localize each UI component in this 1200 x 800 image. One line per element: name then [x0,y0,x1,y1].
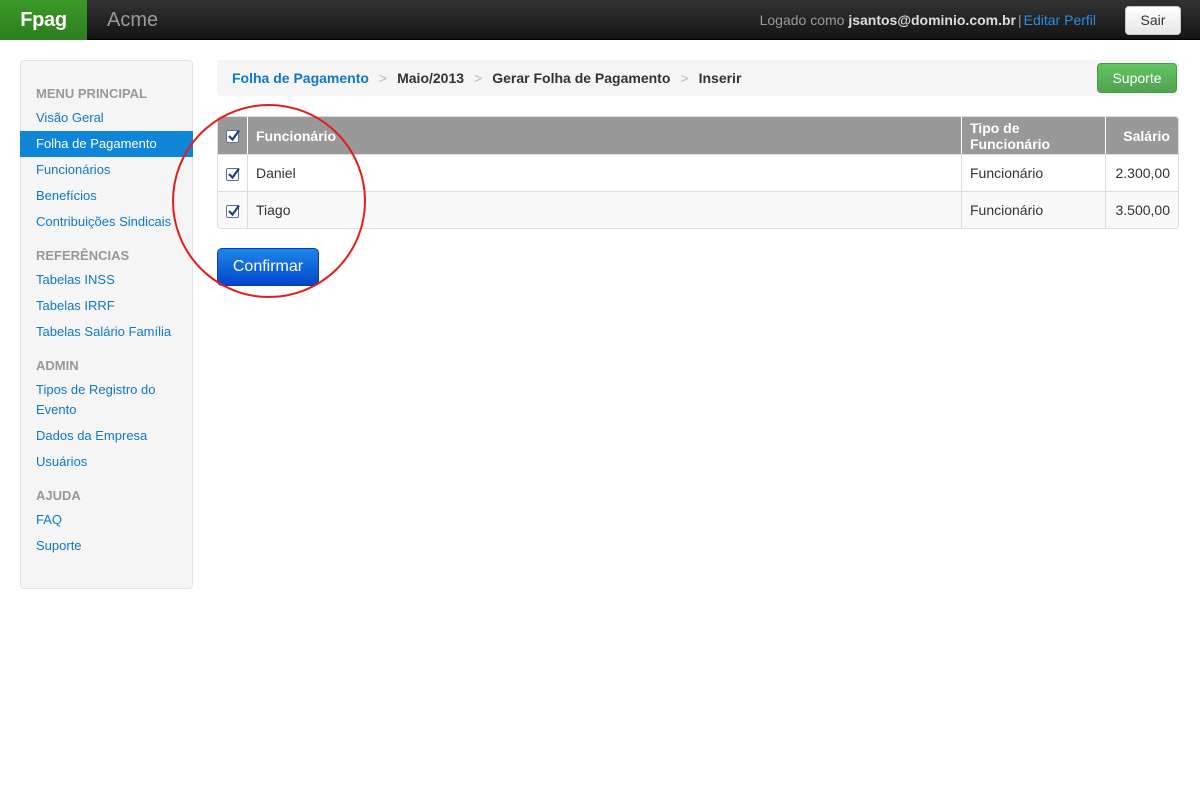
row-select-cell [218,154,247,191]
sidebar-item-suporte[interactable]: Suporte [21,533,192,559]
sidebar-item-tabelas-irrf[interactable]: Tabelas IRRF [21,293,192,319]
logged-as-label: Logado como [759,12,845,28]
sidebar-item-tipos-de-registro-line1: Tipos de Registro do [36,382,156,397]
breadcrumb-inserir: Inserir [698,70,742,86]
logout-button[interactable]: Sair [1125,6,1181,35]
cell-tipo: Funcionário [961,191,1105,228]
check-icon [228,167,240,179]
sidebar-item-funcionarios[interactable]: Funcionários [21,157,192,183]
sidebar-item-tipos-de-registro-line2: Evento [36,402,77,417]
sidebar-header-ajuda: AJUDA [36,488,81,503]
sidebar-item-usuarios[interactable]: Usuários [21,449,192,475]
col-header-tipo[interactable]: Tipo de Funcionário [961,117,1105,154]
sidebar-item-faq[interactable]: FAQ [21,507,192,533]
brand-logo[interactable]: Fpag [0,0,87,40]
sidebar-item-folha-de-pagamento[interactable]: Folha de Pagamento [20,131,193,157]
table-row: Tiago Funcionário 3.500,00 [218,191,1178,228]
breadcrumb-divider: > [680,70,689,86]
sidebar-item-tipos-de-registro[interactable]: Tipos de Registro do Evento [21,377,192,423]
col-header-salario[interactable]: Salário [1105,117,1178,154]
breadcrumb: Folha de Pagamento > Maio/2013 > Gerar Folha… [217,60,1179,96]
sidebar-item-tabelas-inss[interactable]: Tabelas INSS [21,267,192,293]
cell-tipo: Funcionário [961,154,1105,191]
user-separator: | [1018,12,1022,28]
user-email: jsantos@dominio.com.br [848,12,1016,28]
col-header-funcionario[interactable]: Funcionário [247,117,961,154]
user-info: Logado como jsantos@dominio.com.br | Edita… [760,0,1096,40]
sidebar-header-referencias: REFERÊNCIAS [36,248,130,263]
row-select-cell [218,191,247,228]
sidebar-item-beneficios[interactable]: Benefícios [21,183,192,209]
cell-salario: 3.500,00 [1105,191,1178,228]
breadcrumb-folha-de-pagamento[interactable]: Folha de Pagamento [232,70,369,86]
table-row: Daniel Funcionário 2.300,00 [218,154,1178,191]
cell-funcionario: Tiago [247,191,961,228]
breadcrumb-divider: > [474,70,483,86]
top-navbar: Fpag Acme Logado como jsantos@dominio.co… [0,0,1200,40]
check-icon [228,130,240,142]
sidebar-header-admin: ADMIN [36,358,79,373]
cell-funcionario: Daniel [247,154,961,191]
sidebar-item-dados-da-empresa[interactable]: Dados da Empresa [21,423,192,449]
sidebar-item-tabelas-salario-familia[interactable]: Tabelas Salário Família [21,319,192,345]
breadcrumb-divider: > [378,70,388,86]
table-header-row: Funcionário Tipo de Funcionário Salário [218,117,1178,154]
select-all-cell [218,117,247,154]
employees-table: Funcionário Tipo de Funcionário Salário … [217,116,1179,229]
cell-salario: 2.300,00 [1105,154,1178,191]
select-all-checkbox[interactable] [226,130,240,144]
sidebar-header-menu-principal: MENU PRINCIPAL [36,86,147,101]
row-checkbox[interactable] [226,204,240,218]
support-button[interactable]: Suporte [1097,63,1177,93]
sidebar-item-contribuicoes-sindicais[interactable]: Contribuições Sindicais [21,209,192,235]
check-icon [228,204,240,216]
breadcrumb-gerar-folha[interactable]: Gerar Folha de Pagamento [492,70,670,86]
sidebar-item-visao-geral[interactable]: Visão Geral [21,105,192,131]
edit-profile-link[interactable]: Editar Perfil [1024,12,1096,28]
company-name: Acme [107,9,159,31]
confirm-button[interactable]: Confirmar [217,248,319,286]
sidebar: MENU PRINCIPAL Visão Geral Folha de Paga… [20,60,193,589]
row-checkbox[interactable] [226,167,240,181]
breadcrumb-maio-2013[interactable]: Maio/2013 [397,70,464,86]
